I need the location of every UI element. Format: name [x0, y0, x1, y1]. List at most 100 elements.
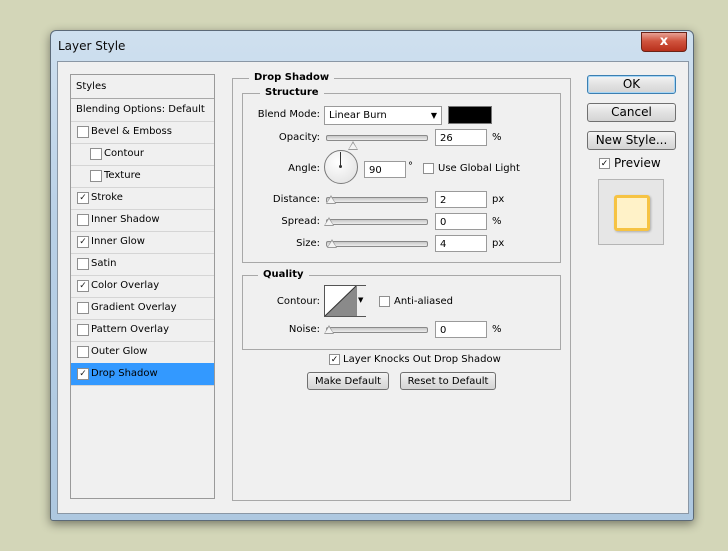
size-unit: px: [492, 238, 505, 249]
size-slider-thumb[interactable]: [327, 239, 337, 248]
satin-checkbox[interactable]: [77, 258, 89, 270]
gradient-overlay-checkbox[interactable]: [77, 302, 89, 314]
pattern-overlay-checkbox[interactable]: [77, 324, 89, 336]
angle-dial-center: [339, 165, 342, 168]
sidebar-item-bevel-emboss[interactable]: Bevel & Emboss: [71, 121, 214, 144]
color-overlay-checkbox[interactable]: ✓: [77, 280, 89, 292]
anti-aliased-label: Anti-aliased: [394, 296, 454, 307]
outer-glow-checkbox[interactable]: [77, 346, 89, 358]
contour-label: Contour:: [276, 296, 320, 307]
spread-slider[interactable]: [326, 219, 428, 225]
sidebar-item-label: Satin: [91, 258, 117, 269]
drop-shadow-checkbox[interactable]: ✓: [77, 368, 89, 380]
size-slider[interactable]: [326, 241, 428, 247]
styles-header[interactable]: Styles: [71, 75, 214, 99]
preview-label: Preview: [614, 156, 661, 170]
sidebar-item-label: Texture: [104, 170, 141, 181]
sidebar-item-inner-shadow[interactable]: Inner Shadow: [71, 209, 214, 232]
opacity-slider[interactable]: [326, 135, 428, 141]
sidebar-item-label: Color Overlay: [91, 280, 160, 291]
blending-options-label: Blending Options: Default: [76, 104, 205, 115]
reset-to-default-button[interactable]: Reset to Default: [400, 372, 496, 390]
noise-slider[interactable]: [326, 327, 428, 333]
angle-unit: °: [408, 161, 413, 172]
angle-label: Angle:: [288, 163, 320, 174]
angle-dial[interactable]: [324, 150, 358, 184]
chevron-down-icon: ▼: [358, 296, 364, 304]
styles-header-label: Styles: [76, 81, 107, 92]
noise-input[interactable]: 0: [435, 321, 487, 338]
sidebar-item-texture[interactable]: Texture: [71, 165, 214, 188]
contour-curve-icon: [325, 286, 356, 316]
noise-label: Noise:: [288, 324, 320, 335]
cancel-button[interactable]: Cancel: [587, 103, 676, 122]
sidebar-item-label: Drop Shadow: [91, 368, 158, 379]
sidebar-item-gradient-overlay[interactable]: Gradient Overlay: [71, 297, 214, 320]
blending-options-item[interactable]: Blending Options: Default: [71, 99, 214, 122]
sidebar-item-label: Pattern Overlay: [91, 324, 170, 335]
style-preview-swatch: [614, 195, 650, 231]
spread-unit: %: [492, 216, 502, 227]
opacity-slider-thumb[interactable]: [348, 141, 358, 150]
opacity-label: Opacity:: [278, 132, 320, 143]
sidebar-item-label: Inner Glow: [91, 236, 145, 247]
noise-unit: %: [492, 324, 502, 335]
stroke-checkbox[interactable]: ✓: [77, 192, 89, 204]
use-global-light-checkbox[interactable]: [423, 163, 434, 174]
ok-button[interactable]: OK: [587, 75, 676, 94]
sidebar-item-outer-glow[interactable]: Outer Glow: [71, 341, 214, 364]
style-preview: [598, 179, 664, 245]
spread-label: Spread:: [281, 216, 320, 227]
distance-slider[interactable]: [326, 197, 428, 203]
blend-mode-label: Blend Mode:: [257, 109, 320, 120]
inner-glow-checkbox[interactable]: ✓: [77, 236, 89, 248]
drop-shadow-title: Drop Shadow: [249, 72, 335, 83]
anti-aliased-checkbox[interactable]: [379, 296, 390, 307]
use-global-light-label: Use Global Light: [438, 163, 520, 174]
texture-checkbox[interactable]: [90, 170, 102, 182]
contour-dropdown[interactable]: ▼: [356, 286, 366, 316]
distance-label: Distance:: [272, 194, 320, 205]
sidebar-item-stroke[interactable]: ✓ Stroke: [71, 187, 214, 210]
sidebar-item-label: Outer Glow: [91, 346, 148, 357]
sidebar-item-drop-shadow[interactable]: ✓ Drop Shadow: [71, 363, 214, 386]
structure-title: Structure: [260, 87, 324, 98]
sidebar-item-contour[interactable]: Contour: [71, 143, 214, 166]
distance-slider-thumb[interactable]: [326, 195, 336, 204]
opacity-unit: %: [492, 132, 502, 143]
sidebar-item-color-overlay[interactable]: ✓ Color Overlay: [71, 275, 214, 298]
window-title: Layer Style: [58, 39, 126, 53]
shadow-color-swatch[interactable]: [448, 106, 492, 124]
sidebar-item-satin[interactable]: Satin: [71, 253, 214, 276]
sidebar-item-inner-glow[interactable]: ✓ Inner Glow: [71, 231, 214, 254]
quality-group: [242, 275, 561, 350]
dialog-body: Styles Blending Options: Default Bevel &…: [57, 61, 689, 514]
make-default-button[interactable]: Make Default: [307, 372, 389, 390]
distance-input[interactable]: 2: [435, 191, 487, 208]
close-button[interactable]: x: [641, 32, 687, 52]
size-input[interactable]: 4: [435, 235, 487, 252]
contour-picker[interactable]: ▼: [324, 285, 366, 317]
new-style-button[interactable]: New Style...: [587, 131, 676, 150]
spread-slider-thumb[interactable]: [324, 217, 334, 226]
bevel-emboss-checkbox[interactable]: [77, 126, 89, 138]
sidebar-item-label: Bevel & Emboss: [91, 126, 172, 137]
noise-slider-thumb[interactable]: [324, 325, 334, 334]
contour-checkbox[interactable]: [90, 148, 102, 160]
sidebar-item-label: Inner Shadow: [91, 214, 160, 225]
sidebar-item-label: Gradient Overlay: [91, 302, 177, 313]
sidebar-item-label: Contour: [104, 148, 144, 159]
opacity-input[interactable]: 26: [435, 129, 487, 146]
angle-input[interactable]: 90: [364, 161, 406, 178]
blend-mode-select[interactable]: Linear Burn ▼: [324, 106, 442, 125]
sidebar-item-pattern-overlay[interactable]: Pattern Overlay: [71, 319, 214, 342]
layer-knocks-out-checkbox[interactable]: ✓: [329, 354, 340, 365]
size-label: Size:: [296, 238, 320, 249]
preview-checkbox[interactable]: ✓: [599, 158, 610, 169]
distance-unit: px: [492, 194, 505, 205]
layer-knocks-out-label: Layer Knocks Out Drop Shadow: [343, 354, 501, 365]
inner-shadow-checkbox[interactable]: [77, 214, 89, 226]
spread-input[interactable]: 0: [435, 213, 487, 230]
chevron-down-icon: ▼: [430, 111, 437, 120]
quality-title: Quality: [258, 269, 309, 280]
